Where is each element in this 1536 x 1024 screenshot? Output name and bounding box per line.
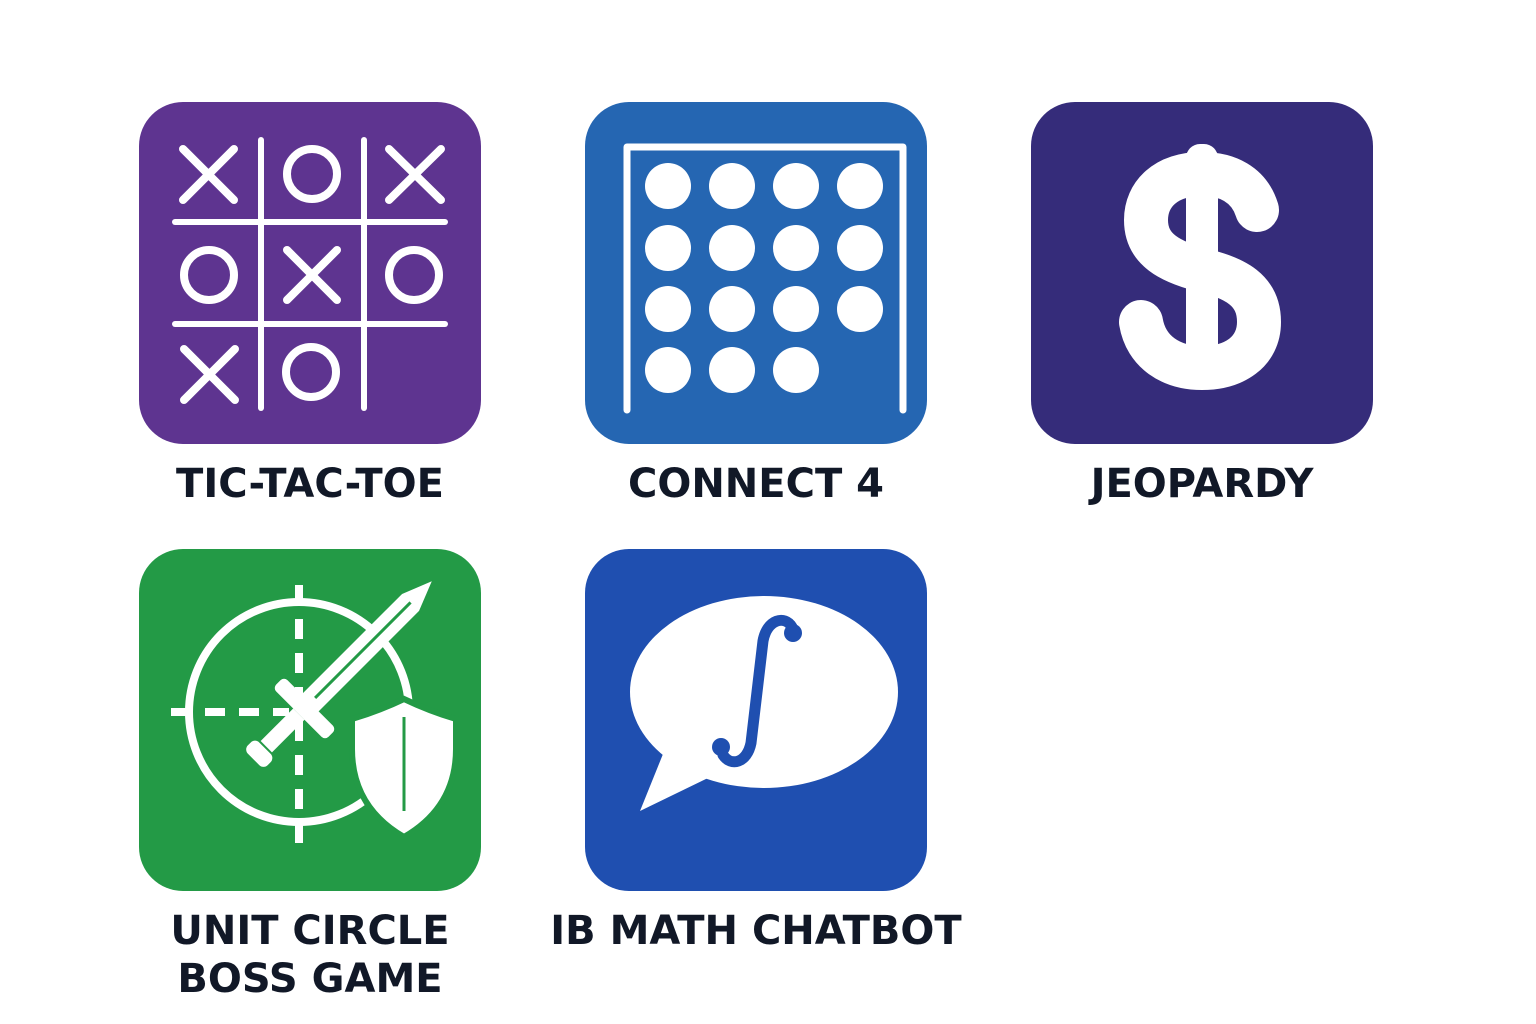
unit-circle-sword-shield-icon: [171, 581, 459, 844]
tic-tac-toe-tile[interactable]: [139, 102, 481, 444]
ib-math-chatbot-tile[interactable]: [585, 549, 927, 891]
jeopardy-label: JEOPARDY: [1090, 461, 1314, 507]
connect-four-grid-icon: [623, 143, 907, 414]
connect-4-label: CONNECT 4: [627, 461, 885, 507]
connect-4-tile[interactable]: [585, 102, 927, 444]
tic-tac-toe-label: TIC-TAC-TOE: [176, 461, 444, 507]
unit-circle-boss-game-label: UNIT CIRCLE BOSS GAME: [170, 908, 450, 1002]
unit-circle-boss-game-tile[interactable]: [139, 549, 481, 891]
jeopardy-tile[interactable]: [1031, 102, 1373, 444]
dollar-sign-icon: [1119, 144, 1281, 390]
chat-bubble-integral-icon: [630, 596, 898, 811]
ib-math-chatbot-label: IB MATH CHATBOT: [550, 908, 962, 954]
tic-tac-toe-board-icon: [172, 137, 448, 411]
